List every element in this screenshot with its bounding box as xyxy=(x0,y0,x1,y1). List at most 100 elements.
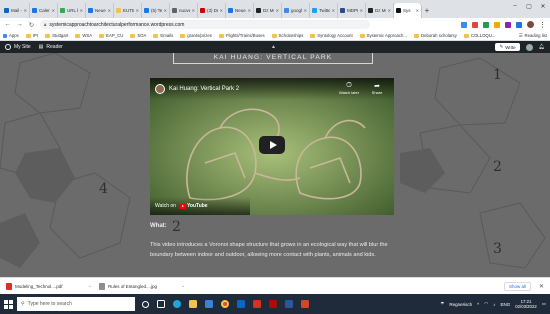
cortana-icon[interactable] xyxy=(139,298,151,310)
bookmark-item[interactable]: grants/prizes xyxy=(180,33,212,38)
close-icon[interactable]: ✕ xyxy=(539,283,544,290)
clock[interactable]: 17:21 02/03/2022 xyxy=(515,299,537,310)
bookmark-item[interactable]: Deborah scholarsy xyxy=(414,33,457,38)
bookmark-item[interactable]: WSA xyxy=(75,33,92,38)
reader-link[interactable]: ▤ Reader xyxy=(39,44,63,50)
tab-close-icon[interactable]: ✕ xyxy=(164,8,167,13)
extension-icon[interactable] xyxy=(505,21,511,28)
reading-list-button[interactable]: ☰ Reading list xyxy=(519,33,547,39)
bookmark-item[interactable]: SOA xyxy=(130,33,146,38)
tab-close-icon[interactable]: ✕ xyxy=(220,8,223,13)
url-field[interactable]: 🔒︎ systemicapproachtoarchitecturalperfor… xyxy=(40,20,370,29)
chevron-up-icon[interactable]: ^ xyxy=(182,284,184,289)
back-icon[interactable]: ← xyxy=(4,21,11,28)
extension-icon[interactable] xyxy=(483,21,489,28)
volume-icon[interactable]: ♪ xyxy=(493,302,495,307)
channel-avatar[interactable] xyxy=(155,84,165,94)
minimize-icon[interactable]: – xyxy=(508,0,522,12)
store-icon[interactable] xyxy=(203,298,215,310)
edge-icon[interactable] xyxy=(171,298,183,310)
bookmark-item[interactable]: Systemic Approach... xyxy=(359,33,407,38)
extension-icon[interactable] xyxy=(472,21,478,28)
watch-later-button[interactable]: 🕓︎ Watch later xyxy=(338,82,360,95)
maximize-icon[interactable]: ▢ xyxy=(522,0,536,12)
mail-icon[interactable] xyxy=(235,298,247,310)
my-site-link[interactable]: My Site xyxy=(5,44,31,50)
tab-close-icon[interactable]: ✕ xyxy=(192,8,195,13)
extension-icon[interactable] xyxy=(461,21,467,28)
browser-tab[interactable]: Dz Mo✕ xyxy=(254,3,282,18)
share-button[interactable]: ➦ Share xyxy=(366,82,388,95)
chrome-icon[interactable] xyxy=(219,298,231,310)
acrobat-icon[interactable] xyxy=(251,298,263,310)
browser-tab[interactable]: (3) Dr ✕ xyxy=(198,3,226,18)
tab-close-icon[interactable]: ✕ xyxy=(304,8,307,13)
language-indicator[interactable]: ENG xyxy=(500,302,510,307)
play-button[interactable] xyxy=(259,136,285,154)
profile-avatar[interactable] xyxy=(527,21,534,28)
download-item[interactable]: Modeling_Technol....pdf ^ xyxy=(6,282,91,290)
task-view-icon[interactable] xyxy=(155,298,167,310)
bookmark-item[interactable]: Stuttgart xyxy=(45,33,68,38)
forward-icon[interactable]: → xyxy=(16,21,23,28)
extension-icon[interactable] xyxy=(494,21,500,28)
extension-icon[interactable] xyxy=(516,21,522,28)
browser-tab[interactable]: googl ✕ xyxy=(282,3,310,18)
windows-start-icon[interactable] xyxy=(4,299,13,309)
bookmark-item[interactable]: Flights/Trains/Buses xyxy=(218,33,265,38)
bookmark-item[interactable]: EAP_CU xyxy=(99,33,123,38)
browser-tab[interactable]: Mail - ✕ xyxy=(2,3,30,18)
tab-close-icon[interactable]: ✕ xyxy=(108,8,111,13)
weather-icon[interactable]: ☂ xyxy=(440,301,444,307)
tab-close-icon[interactable]: ✕ xyxy=(416,8,419,13)
bookmark-item[interactable]: Apps xyxy=(3,33,19,38)
tab-close-icon[interactable]: ✕ xyxy=(24,8,27,13)
collapse-caret-icon[interactable]: ▲ xyxy=(271,44,276,50)
tab-close-icon[interactable]: ✕ xyxy=(360,8,363,13)
browser-tab[interactable]: Dz Mo✕ xyxy=(366,3,394,18)
tab-close-icon[interactable]: ✕ xyxy=(276,8,279,13)
acrobat-reader-icon[interactable] xyxy=(267,298,279,310)
tab-close-icon[interactable]: ✕ xyxy=(248,8,251,13)
notification-center-icon[interactable]: ▭ xyxy=(542,301,546,307)
tab-close-icon[interactable]: ✕ xyxy=(332,8,335,13)
new-tab-button[interactable]: + xyxy=(422,3,432,18)
tab-close-icon[interactable]: ✕ xyxy=(80,8,83,13)
tab-close-icon[interactable]: ✕ xyxy=(136,8,139,13)
show-all-button[interactable]: Show all xyxy=(503,281,531,291)
browser-tab[interactable]: Neues✕ xyxy=(226,3,254,18)
weather-label[interactable]: Regnerisch xyxy=(449,302,472,307)
browser-tab[interactable]: (5) Te ✕ xyxy=(142,3,170,18)
word-icon[interactable] xyxy=(283,298,295,310)
browser-tab[interactable]: Twitter✕ xyxy=(310,3,338,18)
browser-tab[interactable]: MDPI ✕ xyxy=(338,3,366,18)
bookmark-item[interactable]: COLLOQU... xyxy=(463,33,495,38)
browser-tab[interactable]: Neuer✕ xyxy=(86,3,114,18)
watch-on-youtube-link[interactable]: Watch on YouTube xyxy=(150,197,250,215)
browser-tab[interactable]: Calend✕ xyxy=(30,3,58,18)
tab-close-icon[interactable]: ✕ xyxy=(388,8,391,13)
wifi-icon[interactable]: ◠ xyxy=(484,301,488,307)
bookmark-item[interactable]: Scholarships xyxy=(271,33,303,38)
browser-tab[interactable]: EUTEX✕ xyxy=(114,3,142,18)
browser-tab[interactable]: nuove✕ xyxy=(170,3,198,18)
video-title[interactable]: Kai Huang: Vertical Park 2 xyxy=(169,86,239,92)
avatar[interactable] xyxy=(525,43,533,51)
browser-tab[interactable]: Sys ✕ xyxy=(394,3,422,18)
bookmark-item[interactable]: Syntology Account xyxy=(310,33,353,38)
youtube-video-player[interactable]: Kai Huang: Vertical Park 2 🕓︎ Watch late… xyxy=(150,78,394,215)
browser-tab[interactable]: URL bl✕ xyxy=(58,3,86,18)
bookmark-item[interactable]: Emails xyxy=(153,33,173,38)
file-explorer-icon[interactable] xyxy=(187,298,199,310)
download-item[interactable]: Rules of Entangled....jpg ^ xyxy=(99,282,184,290)
tab-close-icon[interactable]: ✕ xyxy=(52,8,55,13)
browser-menu-icon[interactable]: ⋮ xyxy=(539,21,546,29)
taskbar-search-input[interactable]: ⚲ Type here to search xyxy=(17,297,135,311)
chevron-up-icon[interactable]: ^ xyxy=(89,284,91,289)
close-window-icon[interactable]: ✕ xyxy=(536,0,550,12)
notifications-icon[interactable]: 🔔︎ xyxy=(539,44,545,50)
chevron-up-icon[interactable]: ^ xyxy=(477,302,479,307)
bookmark-item[interactable]: IPI xyxy=(25,33,38,38)
powerpoint-icon[interactable] xyxy=(299,298,311,310)
write-button[interactable]: ✎ Write xyxy=(495,43,520,51)
